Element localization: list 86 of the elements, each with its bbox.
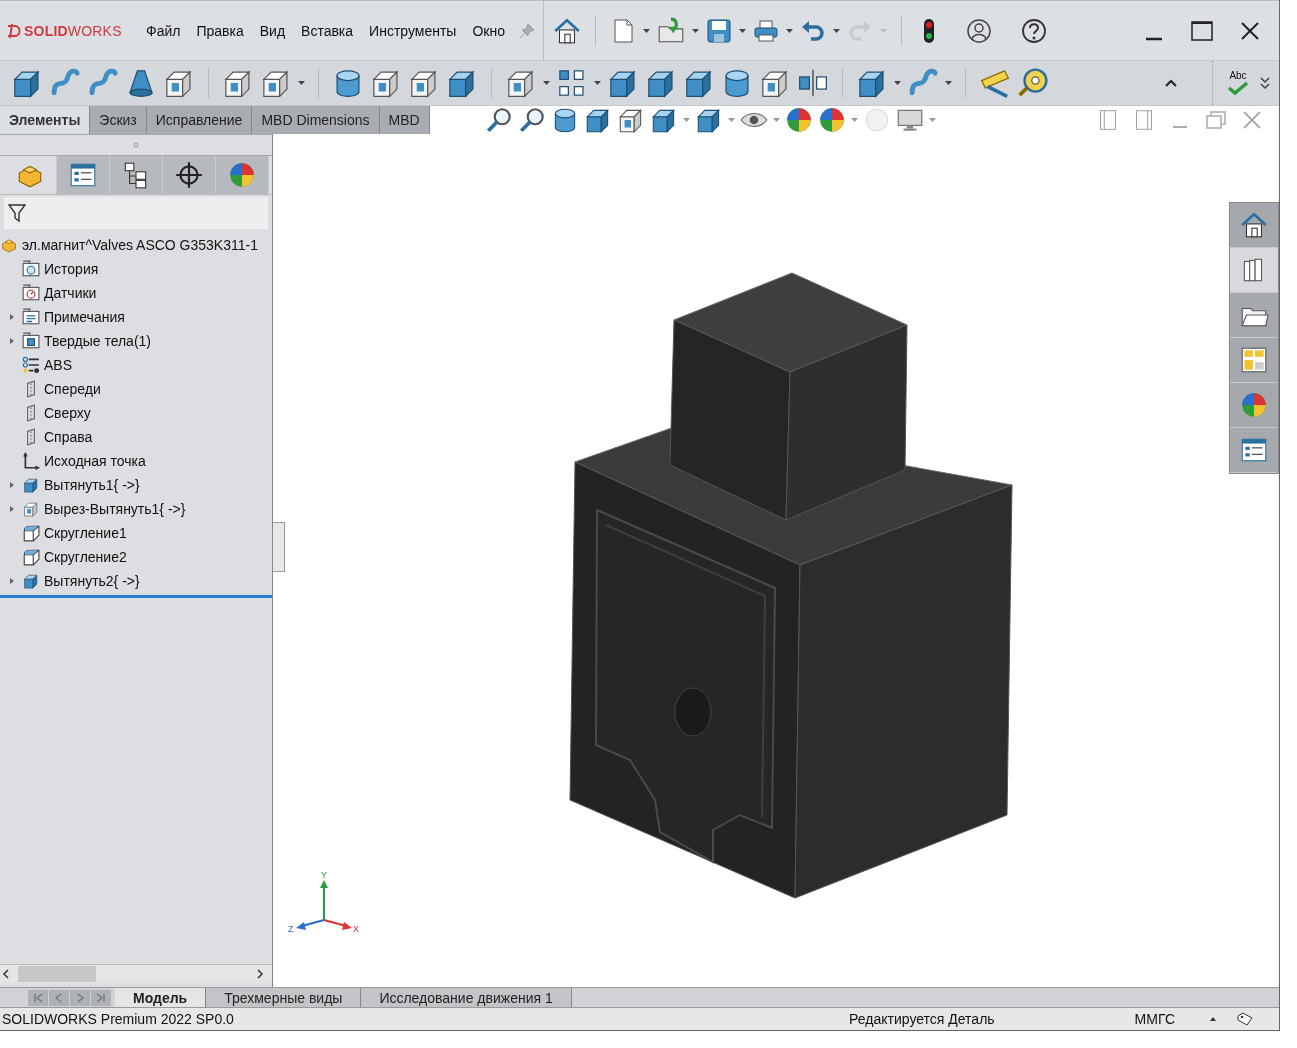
- scrollbar-thumb[interactable]: [18, 966, 96, 982]
- tree-item[interactable]: Твердые тела(1): [44, 333, 152, 349]
- z-axis-arrow: [296, 919, 325, 930]
- tree-item[interactable]: Скругление2: [44, 549, 127, 565]
- task-pane-tab[interactable]: [1230, 248, 1278, 293]
- logo-text: SOLIDWORKS: [24, 22, 122, 39]
- axis-label: Z: [288, 924, 294, 934]
- bottom-tab[interactable]: Модель: [115, 988, 207, 1007]
- axis-label: X: [353, 924, 359, 934]
- caret-icon[interactable]: [737, 26, 747, 35]
- y-axis-arrow: [320, 880, 328, 921]
- menu-item[interactable]: Инструменты: [369, 22, 457, 39]
- command-tab[interactable]: Исправление: [146, 106, 253, 134]
- tag-icon[interactable]: [1237, 1012, 1253, 1026]
- cut-box-icon: [22, 500, 40, 518]
- folder-note-icon: [22, 308, 40, 326]
- view-palette-icon: [1239, 345, 1269, 375]
- caret-up-icon[interactable]: [1209, 1016, 1217, 1022]
- panel-collapse-handle[interactable]: [273, 522, 285, 572]
- filter-icon[interactable]: [8, 203, 26, 223]
- caret-icon[interactable]: [297, 79, 306, 87]
- bottom-tab[interactable]: Исследование движения 1: [361, 988, 572, 1007]
- folder-clock-icon: [22, 260, 40, 278]
- caret-icon[interactable]: [944, 79, 953, 87]
- status-text: Редактируется Деталь: [849, 1011, 995, 1027]
- color-sphere-icon: [227, 160, 257, 190]
- command-tab[interactable]: MBD Dimensions: [252, 106, 380, 134]
- menu-item[interactable]: Вставка: [301, 22, 354, 39]
- part-icon: [0, 236, 18, 254]
- caret-icon[interactable]: [784, 26, 794, 35]
- menu-item[interactable]: Вид: [259, 22, 286, 39]
- double-caret-icon[interactable]: [1259, 76, 1271, 90]
- checkmark-icon[interactable]: [1227, 81, 1249, 95]
- crosshair-icon: [174, 160, 204, 190]
- tree-item[interactable]: Исходная точка: [44, 453, 146, 469]
- tree-item[interactable]: Справа: [44, 429, 93, 445]
- menu-item[interactable]: Окно: [472, 22, 505, 39]
- tree-item[interactable]: Датчики: [44, 285, 97, 301]
- bottom-tab[interactable]: Трехмерные виды: [206, 988, 362, 1007]
- collapse-caret-icon[interactable]: [1164, 78, 1178, 88]
- status-text: SOLIDWORKS Premium 2022 SP0.0: [2, 1011, 234, 1027]
- tree-item[interactable]: эл.магнит^Valves ASCO G353K311-1: [22, 237, 258, 253]
- tree-item[interactable]: Скругление1: [44, 525, 127, 541]
- origin-axes-icon: [22, 452, 40, 470]
- caret-icon[interactable]: [893, 79, 902, 87]
- rounded-box-icon: [22, 548, 40, 566]
- material-list-icon: [22, 356, 40, 374]
- units-selector[interactable]: ММГС: [1134, 1011, 1175, 1027]
- color-sphere-icon: [1239, 390, 1269, 420]
- help-icon[interactable]: [1019, 16, 1048, 45]
- tree-item[interactable]: ABS: [44, 357, 72, 373]
- caret-icon[interactable]: [542, 79, 551, 87]
- panel-tab[interactable]: [110, 156, 163, 194]
- tree-item[interactable]: Вытянуть1{ ->}: [44, 477, 140, 493]
- grip-dot-icon[interactable]: [133, 142, 139, 148]
- scroll-left-icon[interactable]: [0, 968, 12, 980]
- x-axis-arrow: [323, 919, 352, 930]
- cube-icon: [22, 572, 40, 590]
- caret-icon[interactable]: [593, 79, 602, 87]
- filter-field[interactable]: [4, 197, 268, 229]
- spellcheck-label[interactable]: Abc: [1229, 71, 1247, 81]
- tree-item[interactable]: Примечания: [44, 309, 125, 325]
- caret-icon[interactable]: [831, 26, 841, 35]
- tree-item[interactable]: История: [44, 261, 99, 277]
- menu-item[interactable]: Файл: [146, 22, 181, 39]
- caret-icon[interactable]: [641, 26, 651, 35]
- caret-icon[interactable]: [690, 26, 700, 35]
- tree-item[interactable]: Спереди: [44, 381, 101, 397]
- folder-cube-icon: [22, 332, 40, 350]
- menu-item[interactable]: Правка: [196, 22, 244, 39]
- tree-item[interactable]: Вытянуть2{ ->}: [44, 573, 140, 589]
- tree-item[interactable]: Сверху: [44, 405, 91, 421]
- panel-tab[interactable]: [163, 156, 216, 194]
- folder-gauge-icon: [22, 284, 40, 302]
- command-tab[interactable]: MBD: [379, 106, 430, 134]
- tree-item[interactable]: Вырез-Вытянуть1{ ->}: [44, 501, 186, 517]
- home-icon: [1239, 210, 1269, 240]
- horizontal-scrollbar[interactable]: [0, 964, 272, 983]
- panel-tab[interactable]: [57, 156, 110, 194]
- cube-icon: [22, 476, 40, 494]
- scroll-right-icon[interactable]: [254, 968, 266, 980]
- logo-mark-icon: [6, 22, 22, 39]
- command-tab[interactable]: Эскиз: [90, 106, 147, 134]
- axis-label: Y: [321, 870, 327, 880]
- user-icon[interactable]: [964, 16, 993, 45]
- rounded-box-icon: [22, 524, 40, 542]
